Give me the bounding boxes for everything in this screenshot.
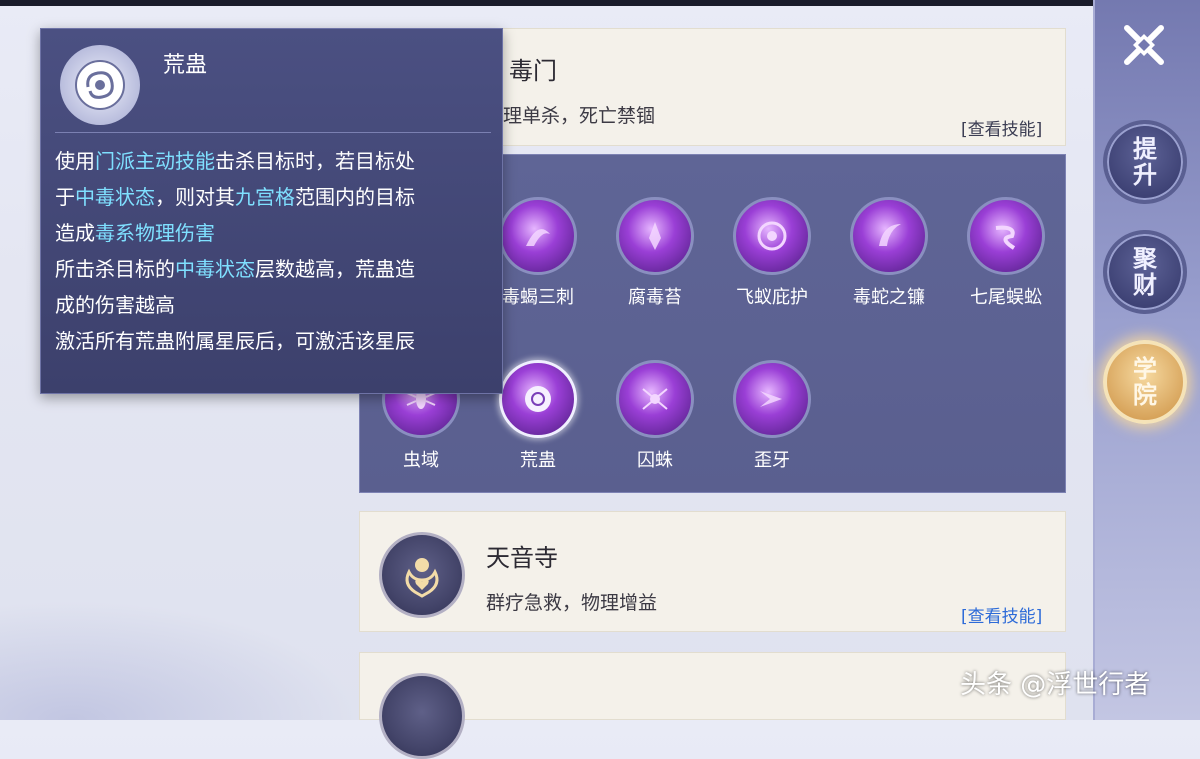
skill-tooltip: 荒蛊 使用门派主动技能击杀目标时，若目标处 于中毒状态，则对其九宫格范围内的目标… [40,28,503,394]
watermark: 头条 @浮世行者 [960,670,1151,700]
tooltip-line: 激活所有荒蛊附属星辰后，可激活该星辰 [55,329,415,353]
sect-description: 物理单杀，死亡禁锢 [484,105,656,127]
skill-label: 毒蛇之镰 [853,287,925,308]
close-icon [1124,25,1164,65]
skill-label: 飞蚁庇护 [736,287,808,308]
tooltip-title: 荒蛊 [163,53,208,78]
skill-label: 荒蛊 [520,450,556,471]
tooltip-line: 于中毒状态，则对其九宫格范围内的目标 [55,185,415,209]
background-cloud-decoration [0,600,360,720]
fang-skill-icon [733,360,811,438]
sect-card-tianyin[interactable]: 天音寺 群疗急救，物理增益 [查看技能] [359,511,1066,632]
centipede-skill-icon [967,197,1045,275]
sect-emblem-icon [379,673,465,759]
skill-label: 毒蝎三刺 [502,287,574,308]
skill-label: 囚蛛 [637,450,673,471]
wild-gu-emblem-icon [60,45,140,125]
top-edge [0,0,1095,6]
wealth-button[interactable]: 聚财 [1103,230,1187,314]
tooltip-body: 使用门派主动技能击杀目标时，若目标处 于中毒状态，则对其九宫格范围内的目标 造成… [55,143,495,359]
skill-item[interactable]: 飞蚁庇护 [722,197,822,309]
academy-button[interactable]: 学院 [1103,340,1187,424]
wild-gu-skill-icon [499,360,577,438]
skill-label: 歪牙 [754,450,790,471]
skill-label: 七尾蜈蚣 [970,287,1042,308]
tooltip-line: 造成毒系物理伤害 [55,221,215,245]
skill-item[interactable]: 毒蝎三刺 [488,197,588,309]
scorpion-skill-icon [499,197,577,275]
skill-item[interactable]: 毒蛇之镰 [839,197,939,309]
view-skills-link[interactable]: [查看技能] [961,602,1042,627]
close-button[interactable] [1117,18,1171,72]
ant-shield-skill-icon [733,197,811,275]
view-skills-link[interactable]: [查看技能] [961,115,1042,140]
tooltip-line: 使用门派主动技能击杀目标时，若目标处 [55,149,415,173]
tianyin-emblem-icon [379,532,465,618]
sect-title: 毒门 [509,57,557,85]
skill-item[interactable]: 七尾蜈蚣 [956,197,1056,309]
tooltip-line: 所击杀目标的中毒状态层数越高，荒蛊造 [55,257,415,281]
scythe-skill-icon [850,197,928,275]
sect-description: 群疗急救，物理增益 [486,592,658,614]
skill-item[interactable]: 歪牙 [722,360,822,472]
skill-item[interactable]: 腐毒苔 [605,197,705,309]
skill-item[interactable]: 囚蛛 [605,360,705,472]
skill-label: 虫域 [403,450,439,471]
sect-title: 天音寺 [486,544,558,572]
skill-item[interactable]: 荒蛊 [488,360,588,472]
skill-label: 腐毒苔 [628,287,682,308]
upgrade-button[interactable]: 提升 [1103,120,1187,204]
tooltip-divider [55,132,491,133]
spider-skill-icon [616,360,694,438]
tooltip-line: 成的伤害越高 [55,293,175,317]
moss-skill-icon [616,197,694,275]
